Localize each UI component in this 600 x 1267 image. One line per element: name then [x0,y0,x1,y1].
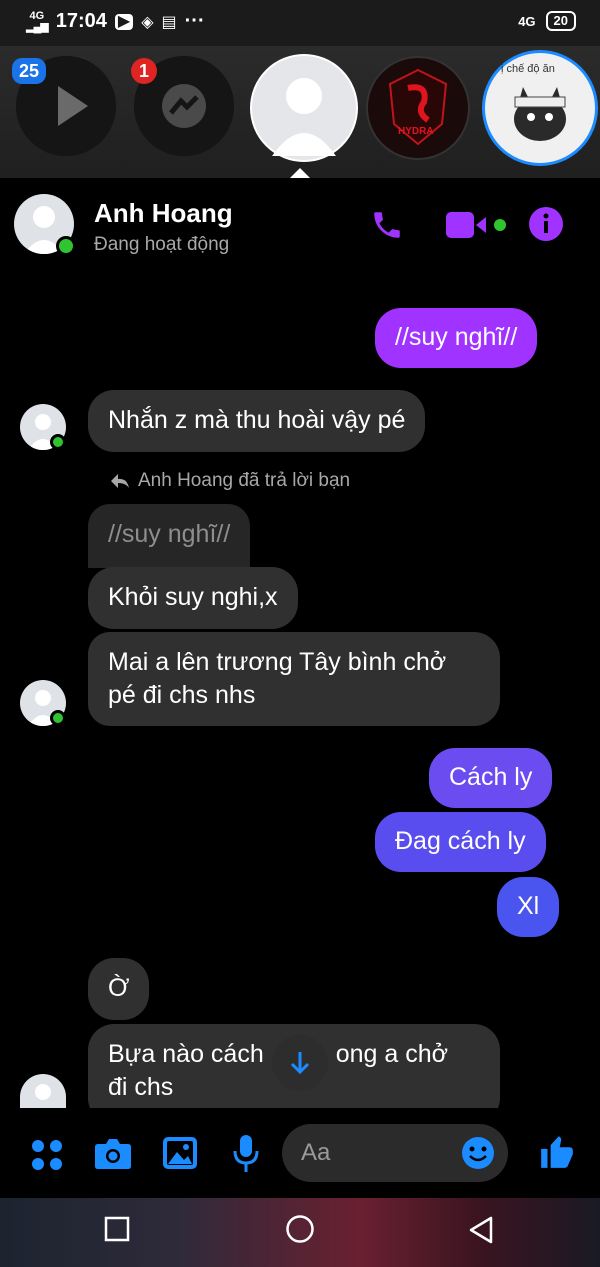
online-indicator [50,434,66,450]
microphone-icon[interactable] [232,1134,260,1174]
recent-apps-icon[interactable] [104,1216,130,1242]
battery-indicator: 20 [545,11,576,31]
network-type-right: 4G [518,13,536,29]
arrow-down-icon [290,1052,310,1075]
outgoing-message[interactable]: //suy nghĩ// [375,308,538,368]
back-icon[interactable] [468,1216,494,1244]
active-status: Đang hoạt động [94,234,230,255]
reply-arrow-icon [111,474,129,488]
quoted-message[interactable]: //suy nghĩ// [88,504,251,568]
scroll-to-bottom-button[interactable] [272,1035,328,1091]
system-navigation-bar [0,1198,600,1267]
youtube-notification-icon: ▶ [114,13,134,30]
reply-notice-text: Anh Hoang đã trả lời bạn [138,470,351,491]
network-type: 4G [29,9,45,22]
sender-avatar[interactable] [20,1074,66,1108]
outgoing-message[interactable]: Đag cách ly [375,812,546,872]
badge-count: 1 [131,58,157,84]
chat-panel: Anh Hoang Đang hoạt động //suy nghĩ// Nh… [0,178,600,1198]
active-pointer [290,168,310,178]
chat-heads-row: 25 1 HYDRA ị chế độ ăn [0,46,600,180]
menu-grid-icon[interactable] [30,1138,64,1172]
message-line: Mai a lên trương Tây bình chở [108,648,447,676]
sticker-caption: ị chế độ ăn [501,63,555,75]
message-line: pé đi chs nhs [108,681,256,709]
default-avatar-icon [35,1084,51,1100]
layers-icon: ◈ [141,13,154,31]
message-composer: Aa [0,1108,600,1198]
status-bar: 4G ▂▄▆ 17:04 ▶ ◈ ▤ ··· 4G 20 [0,0,600,46]
message-input[interactable]: Aa [282,1124,508,1182]
clock: 17:04 [55,10,107,32]
reply-notice: Anh Hoang đã trả lời bạn [110,470,350,492]
hydra-label: HYDRA [398,126,434,137]
online-indicator [56,236,76,256]
emoji-icon[interactable] [461,1136,495,1170]
message-input-placeholder: Aa [301,1139,331,1166]
gallery-icon[interactable] [162,1136,198,1170]
signal-icon: 4G ▂▄▆ [26,9,49,33]
hydra-logo-icon [388,68,448,146]
video-call-icon[interactable] [446,210,508,240]
chathead-cat-sticker[interactable]: ị chế độ ăn [482,50,598,166]
info-icon[interactable] [528,206,564,242]
home-icon[interactable] [285,1214,315,1244]
timestamp-fragment [270,260,330,268]
conversation-header: Anh Hoang Đang hoạt động [0,178,600,268]
outgoing-message[interactable]: Xl [497,877,560,937]
contact-name[interactable]: Anh Hoang [94,198,233,229]
chathead-active-contact[interactable] [250,54,358,162]
like-thumbs-up-icon[interactable] [538,1132,576,1172]
database-icon: ▤ [161,13,177,31]
more-notifications: ··· [184,10,205,32]
incoming-message[interactable]: Nhắn z mà thu hoài vậy pé [88,390,426,452]
incoming-message[interactable]: Ờ [88,958,150,1020]
online-indicator [50,710,66,726]
incoming-message[interactable]: Mai a lên trương Tây bình chở pé đi chs … [88,632,500,726]
badge-count: 25 [12,58,47,84]
incoming-message[interactable]: Khỏi suy nghi,x [88,567,298,629]
chathead-hydra[interactable]: HYDRA [366,56,470,160]
phone-icon[interactable] [370,208,404,242]
default-avatar-icon [272,78,336,156]
outgoing-message[interactable]: Cách ly [429,748,553,808]
camera-icon[interactable] [94,1136,132,1170]
